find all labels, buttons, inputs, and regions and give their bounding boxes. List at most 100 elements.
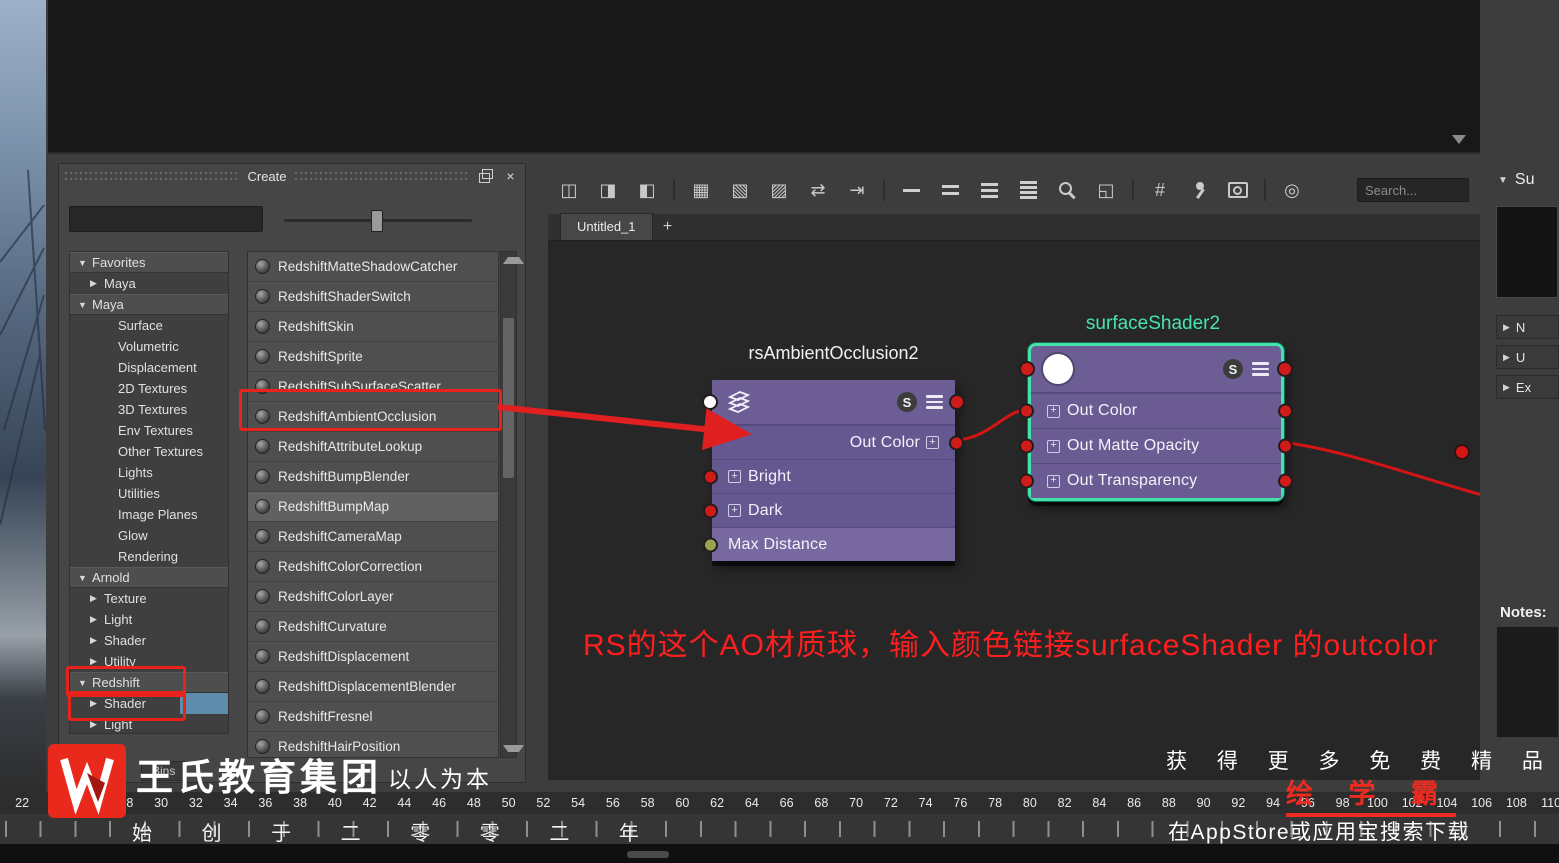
node-search-input[interactable] — [1357, 178, 1469, 202]
header-output-port[interactable] — [949, 394, 965, 410]
category-item[interactable]: 2D Textures — [70, 378, 228, 399]
transfer-attributes-icon[interactable]: ◎ — [1279, 177, 1305, 203]
frame-all-icon[interactable]: ◱ — [1093, 177, 1119, 203]
ss-node-header[interactable]: S — [1019, 346, 1293, 393]
screenshot-icon[interactable] — [1225, 177, 1251, 203]
node-type-item[interactable]: RedshiftSkin — [248, 312, 498, 342]
add-tab-button[interactable]: + — [653, 214, 683, 240]
rearrange-graph-icon[interactable]: ⇄ — [805, 177, 831, 203]
frame-number[interactable]: 82 — [1047, 796, 1082, 810]
display-no-attributes-icon[interactable] — [898, 177, 924, 203]
node-attribute-row[interactable]: Max Distance — [703, 527, 955, 561]
attribute-display-icon[interactable] — [926, 395, 943, 409]
category-item[interactable]: Env Textures — [70, 420, 228, 441]
right-panel-section[interactable]: ▶ Ex — [1496, 375, 1559, 399]
material-swatch-icon[interactable] — [1043, 354, 1073, 384]
frame-number[interactable]: 86 — [1117, 796, 1152, 810]
node-type-item[interactable]: RedshiftCurvature — [248, 612, 498, 642]
grid-toggle-icon[interactable]: # — [1147, 177, 1173, 203]
ao-node-title[interactable]: rsAmbientOcclusion2 — [712, 343, 955, 364]
node-type-item[interactable]: RedshiftBumpMap — [248, 492, 498, 522]
node-attribute-row[interactable]: Out Color — [1019, 393, 1293, 428]
scroll-up-icon[interactable] — [503, 257, 524, 264]
attribute-display-icon[interactable] — [1252, 362, 1269, 376]
frame-number[interactable]: 84 — [1082, 796, 1117, 810]
expand-plus-icon[interactable] — [1047, 404, 1060, 418]
input-port[interactable] — [1019, 473, 1034, 489]
disclosure-triangle-icon[interactable]: ▶ — [90, 656, 104, 667]
expand-plus-icon[interactable] — [728, 504, 741, 517]
toolbar-icon[interactable] — [883, 179, 885, 201]
disclosure-triangle-icon[interactable]: ▶ — [90, 278, 104, 289]
category-item[interactable]: Lights — [70, 462, 228, 483]
category-item[interactable]: ▶ Shader — [70, 630, 228, 651]
node-type-item[interactable]: RedshiftDisplacementBlender — [248, 672, 498, 702]
frame-number[interactable]: 106 — [1464, 796, 1499, 810]
disclosure-triangle-icon[interactable]: ▼ — [78, 300, 92, 310]
output-port[interactable] — [1278, 403, 1293, 419]
toolbar-icon[interactable] — [673, 179, 675, 201]
right-panel-section[interactable]: ▶ U — [1496, 345, 1559, 369]
display-custom-attributes-icon[interactable] — [1015, 177, 1041, 203]
category-item[interactable]: Glow — [70, 525, 228, 546]
expand-plus-icon[interactable] — [728, 470, 741, 483]
input-port[interactable] — [703, 469, 718, 484]
frame-number[interactable]: 78 — [978, 796, 1013, 810]
category-item[interactable]: ▼ Maya — [70, 294, 228, 315]
disclosure-triangle-icon[interactable]: ▶ — [90, 614, 104, 625]
expand-plus-icon[interactable] — [1047, 474, 1060, 488]
input-port[interactable] — [703, 537, 718, 552]
node-type-item[interactable]: RedshiftCameraMap — [248, 522, 498, 552]
category-item[interactable]: Displacement — [70, 357, 228, 378]
category-item[interactable]: ▶ Maya — [70, 273, 228, 294]
frame-number[interactable]: 68 — [804, 796, 839, 810]
frame-number[interactable]: 76 — [943, 796, 978, 810]
node-list-scrollbar[interactable] — [500, 251, 524, 758]
category-item[interactable]: Utilities — [70, 483, 228, 504]
node-type-item[interactable]: RedshiftDisplacement — [248, 642, 498, 672]
create-filter-input[interactable] — [69, 206, 263, 232]
bottom-scroll-strip[interactable] — [0, 844, 1559, 863]
disclosure-triangle-icon[interactable]: ▼ — [78, 258, 92, 268]
node-type-item[interactable]: RedshiftFresnel — [248, 702, 498, 732]
toolbar-icon[interactable] — [1132, 179, 1134, 201]
frame-number[interactable]: 54 — [561, 796, 596, 810]
notes-field[interactable] — [1496, 626, 1559, 738]
create-panel-header[interactable]: Create × — [59, 164, 525, 188]
disclosure-triangle-icon[interactable]: ▶ — [1503, 322, 1510, 333]
scroll-down-icon[interactable] — [1452, 135, 1466, 144]
input-port[interactable] — [703, 503, 718, 518]
input-port[interactable] — [1019, 438, 1034, 454]
ao-node-header[interactable]: S — [702, 380, 965, 425]
display-all-attributes-icon[interactable] — [976, 177, 1002, 203]
node-type-item[interactable]: RedshiftColorCorrection — [248, 552, 498, 582]
disclosure-triangle-icon[interactable]: ▶ — [90, 593, 104, 604]
node-type-item[interactable]: RedshiftMatteShadowCatcher — [248, 252, 498, 282]
frame-number[interactable]: 60 — [665, 796, 700, 810]
frame-number[interactable]: 62 — [700, 796, 735, 810]
frame-number[interactable]: 56 — [596, 796, 631, 810]
disclosure-triangle-icon[interactable]: ▶ — [1503, 382, 1510, 393]
node-type-item[interactable]: RedshiftAttributeLookup — [248, 432, 498, 462]
frame-number[interactable]: 90 — [1186, 796, 1221, 810]
category-item[interactable]: ▶ Texture — [70, 588, 228, 609]
node-attribute-row[interactable]: Out Matte Opacity — [1019, 428, 1293, 463]
render-view-panel[interactable] — [48, 0, 1480, 154]
frame-number[interactable]: 72 — [874, 796, 909, 810]
scroll-down-icon[interactable] — [503, 745, 524, 752]
show-input-connections-icon[interactable]: ◧ — [634, 177, 660, 203]
header-input-port[interactable] — [702, 394, 718, 410]
collapse-triangle-icon[interactable]: ▼ — [1498, 175, 1508, 186]
disclosure-triangle-icon[interactable]: ▶ — [1503, 352, 1510, 363]
show-input-output-connections-icon[interactable]: ◫ — [556, 177, 582, 203]
add-selected-nodes-icon[interactable]: ▦ — [688, 177, 714, 203]
node-rsAmbientOcclusion2[interactable]: S Out Color + + Bright + Dark Max Distan… — [702, 380, 965, 561]
frame-number[interactable]: 64 — [735, 796, 770, 810]
node-attribute-row[interactable]: Out Transparency — [1019, 463, 1293, 498]
node-type-item[interactable]: RedshiftShaderSwitch — [248, 282, 498, 312]
disclosure-triangle-icon[interactable]: ▶ — [90, 698, 104, 709]
disclosure-triangle-icon[interactable]: ▶ — [90, 719, 104, 730]
node-type-item[interactable]: RedshiftBumpBlender — [248, 462, 498, 492]
frame-number[interactable]: 58 — [630, 796, 665, 810]
frame-number[interactable]: 88 — [1152, 796, 1187, 810]
